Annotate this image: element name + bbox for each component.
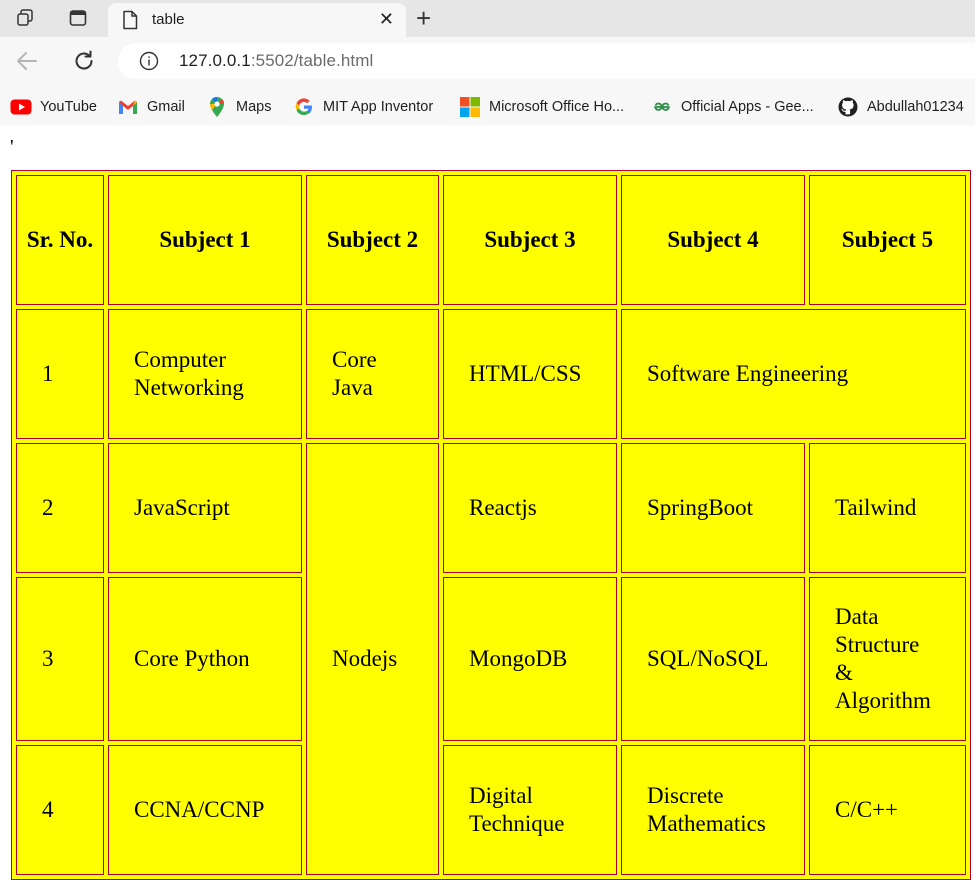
tab-actions-icon[interactable] <box>67 7 89 29</box>
active-tab[interactable]: table ✕ <box>108 3 406 37</box>
workspaces-icon[interactable] <box>14 7 36 29</box>
new-tab-icon[interactable]: + <box>416 5 431 31</box>
header-subject-5: Subject 5 <box>809 175 966 305</box>
header-subject-1: Subject 1 <box>108 175 302 305</box>
header-row: Sr. No. Subject 1 Subject 2 Subject 3 Su… <box>16 175 966 305</box>
maps-icon <box>206 96 228 118</box>
cell-subject-3: Reactjs <box>443 443 617 573</box>
bookmark-gmail[interactable]: Gmail <box>117 96 185 118</box>
bookmark-youtube[interactable]: YouTube <box>10 96 97 118</box>
cell-subject-2: Core Java <box>306 309 439 439</box>
cell-subject-5: Tailwind <box>809 443 966 573</box>
cell-sr-no: 3 <box>16 577 104 741</box>
bookmarks-bar: YouTube Gmail Maps MIT App Inventor Micr… <box>0 87 975 125</box>
header-sr-no: Sr. No. <box>16 175 104 305</box>
table-row: 3 Core Python MongoDB SQL/NoSQL Data Str… <box>16 577 966 741</box>
table-row: 1 Computer Networking Core Java HTML/CSS… <box>16 309 966 439</box>
back-arrow-icon[interactable] <box>14 49 40 78</box>
cell-subject-1: CCNA/CCNP <box>108 745 302 875</box>
microsoft-icon <box>459 96 481 118</box>
cell-subject-1: Core Python <box>108 577 302 741</box>
table-row: 4 CCNA/CCNP Digital Technique Discrete M… <box>16 745 966 875</box>
stray-character: ' <box>10 136 14 158</box>
url-text[interactable]: 127.0.0.1:5502/table.html <box>179 51 373 71</box>
cell-subject-2-merged: Nodejs <box>306 443 439 875</box>
cell-subject-1: JavaScript <box>108 443 302 573</box>
bookmark-label: Maps <box>236 99 272 115</box>
youtube-icon <box>10 96 32 118</box>
cell-subject-5: C/C++ <box>809 745 966 875</box>
header-subject-3: Subject 3 <box>443 175 617 305</box>
subjects-table: Sr. No. Subject 1 Subject 2 Subject 3 Su… <box>11 170 971 880</box>
google-icon <box>293 96 315 118</box>
cell-subject-4: SQL/NoSQL <box>621 577 805 741</box>
cell-sr-no: 4 <box>16 745 104 875</box>
geeksforgeeks-icon <box>651 96 673 118</box>
bookmark-microsoft-office[interactable]: Microsoft Office Ho... <box>459 96 624 118</box>
bookmark-github[interactable]: Abdullah01234 <box>837 96 964 118</box>
tab-title: table <box>152 11 185 28</box>
bookmark-label: Microsoft Office Ho... <box>489 99 625 115</box>
table-row: 2 JavaScript Nodejs Reactjs SpringBoot T… <box>16 443 966 875</box>
cell-sr-no: 2 <box>16 443 104 573</box>
cell-subject-1: Computer Networking <box>108 309 302 439</box>
document-icon <box>121 10 139 35</box>
address-bar[interactable]: 127.0.0.1:5502/table.html <box>118 43 975 79</box>
bookmark-label: YouTube <box>40 99 97 115</box>
toolbar: 127.0.0.1:5502/table.html <box>0 37 975 87</box>
bookmark-label: Gmail <box>147 99 185 115</box>
bookmark-label: Abdullah01234 <box>867 99 964 115</box>
bookmark-maps[interactable]: Maps <box>206 96 271 118</box>
bookmark-mit-app-inventor[interactable]: MIT App Inventor <box>293 96 433 118</box>
gmail-icon <box>117 96 139 118</box>
cell-subject-3: MongoDB <box>443 577 617 741</box>
bookmark-label: Official Apps - Gee... <box>681 99 814 115</box>
cell-subject-4: SpringBoot <box>621 443 805 573</box>
cell-subject-4-5-merged: Software Engineering <box>621 309 966 439</box>
browser-chrome: table ✕ + 127.0.0.1:5502/table.html YouT… <box>0 0 975 125</box>
tab-strip: table ✕ + <box>0 0 975 37</box>
header-subject-4: Subject 4 <box>621 175 805 305</box>
cell-subject-3: Digital Technique <box>443 745 617 875</box>
site-info-icon[interactable] <box>139 51 159 76</box>
page-content: ' Sr. No. Subject 1 Subject 2 Subject 3 … <box>0 125 975 880</box>
cell-sr-no: 1 <box>16 309 104 439</box>
reload-icon[interactable] <box>71 48 97 79</box>
bookmark-official-apps[interactable]: Official Apps - Gee... <box>651 96 814 118</box>
cell-subject-4: Discrete Mathematics <box>621 745 805 875</box>
cell-subject-3: HTML/CSS <box>443 309 617 439</box>
url-host: 127.0.0.1 <box>179 51 251 70</box>
header-subject-2: Subject 2 <box>306 175 439 305</box>
bookmark-label: MIT App Inventor <box>323 99 434 115</box>
close-tab-icon[interactable]: ✕ <box>379 8 394 30</box>
url-path: :5502/table.html <box>250 51 374 70</box>
github-icon <box>837 96 859 118</box>
cell-subject-5: Data Structure & Algorithm <box>809 577 966 741</box>
